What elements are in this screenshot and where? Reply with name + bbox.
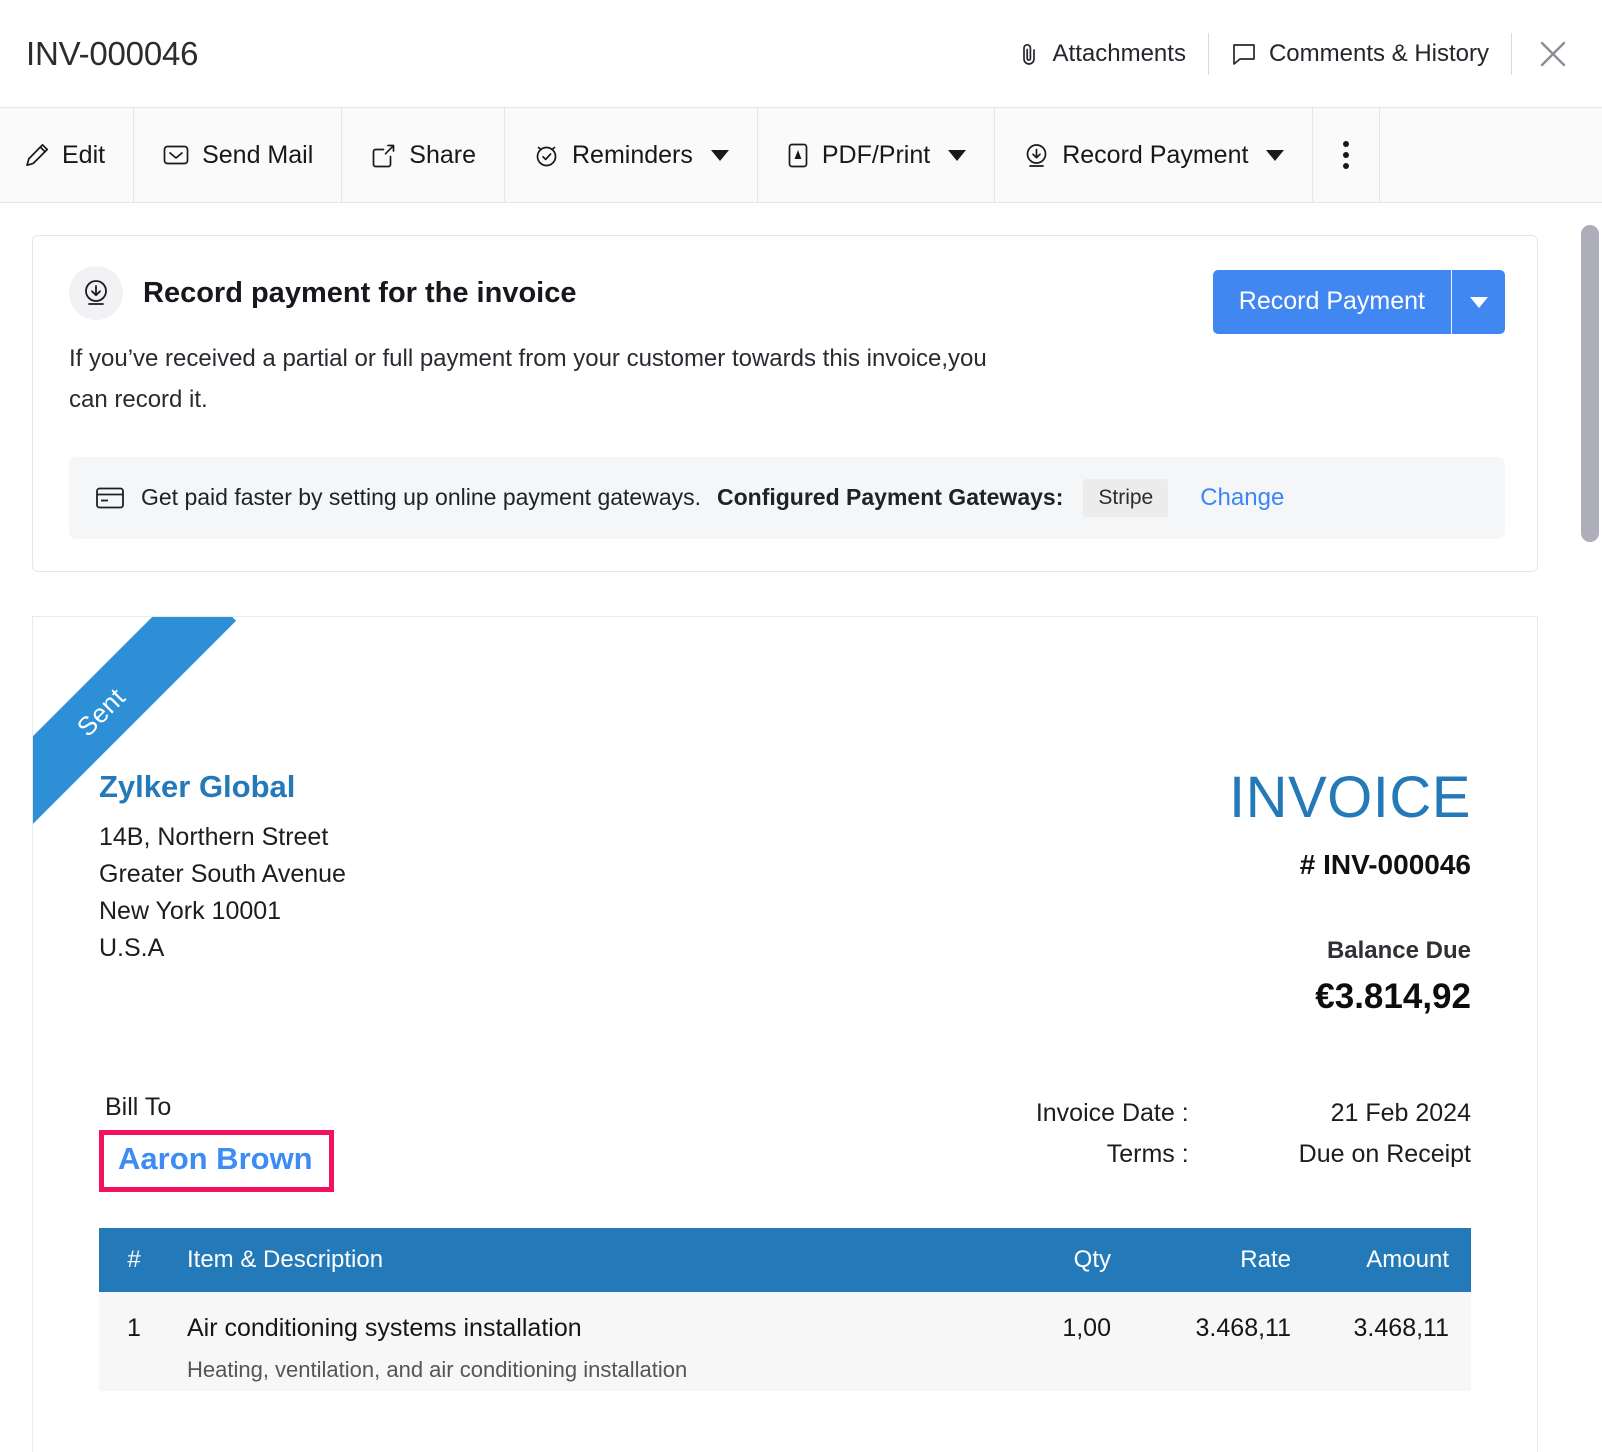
gateway-change-link[interactable]: Change bbox=[1200, 484, 1284, 512]
row-description-cell: Air conditioning systems installation He… bbox=[169, 1292, 941, 1391]
invoice-scroll-area: Record payment for the invoice If you’ve… bbox=[0, 203, 1602, 1452]
reminders-label: Reminders bbox=[572, 141, 693, 170]
row-qty: 1,00 bbox=[941, 1292, 1111, 1391]
column-header-qty: Qty bbox=[941, 1228, 1111, 1292]
window-header: INV-000046 Attachments Comments & Histor… bbox=[0, 0, 1602, 108]
more-options-button[interactable] bbox=[1313, 108, 1380, 202]
invoice-heading: INVOICE bbox=[1229, 769, 1471, 827]
ribbon-fold-left bbox=[33, 741, 55, 763]
gateway-text: Get paid faster by setting up online pay… bbox=[141, 484, 701, 511]
bill-to-block: Bill To Aaron Brown bbox=[99, 1093, 334, 1192]
share-icon bbox=[370, 142, 397, 169]
edit-button[interactable]: Edit bbox=[0, 108, 134, 202]
invoice-header-row: Zylker Global 14B, Northern Street Great… bbox=[99, 617, 1471, 1017]
comments-history-button[interactable]: Comments & History bbox=[1209, 31, 1511, 77]
balance-due-amount: €3.814,92 bbox=[1229, 977, 1471, 1017]
company-address-line: New York 10001 bbox=[99, 893, 346, 930]
gateway-label: Configured Payment Gateways: bbox=[717, 484, 1063, 511]
invoice-preview-card: Sent Zylker Global 14B, Northern Street … bbox=[32, 616, 1538, 1452]
share-button[interactable]: Share bbox=[342, 108, 505, 202]
row-item-name: Air conditioning systems installation bbox=[187, 1314, 582, 1342]
column-header-amount: Amount bbox=[1291, 1228, 1471, 1292]
send-mail-button[interactable]: Send Mail bbox=[134, 108, 342, 202]
gateway-tag-stripe: Stripe bbox=[1083, 479, 1168, 517]
paperclip-icon bbox=[1017, 41, 1041, 67]
pencil-icon bbox=[24, 142, 50, 168]
edit-label: Edit bbox=[62, 141, 105, 170]
company-name: Zylker Global bbox=[99, 769, 346, 805]
banner-title: Record payment for the invoice bbox=[143, 277, 577, 310]
header-actions: Attachments Comments & History bbox=[995, 31, 1578, 77]
row-rate: 3.468,11 bbox=[1111, 1292, 1291, 1391]
vertical-scrollbar[interactable] bbox=[1576, 203, 1602, 1452]
credit-card-icon bbox=[95, 486, 125, 510]
comments-history-label: Comments & History bbox=[1269, 40, 1489, 68]
company-address-line: 14B, Northern Street bbox=[99, 819, 346, 856]
invoice-date-value: 21 Feb 2024 bbox=[1189, 1093, 1471, 1134]
close-button[interactable] bbox=[1512, 37, 1578, 71]
mail-icon bbox=[162, 142, 190, 168]
line-items-table: # Item & Description Qty Rate Amount 1 A… bbox=[99, 1228, 1471, 1391]
line-items-body: 1 Air conditioning systems installation … bbox=[99, 1292, 1471, 1391]
terms-value: Due on Receipt bbox=[1189, 1134, 1471, 1175]
row-number: 1 bbox=[99, 1292, 169, 1391]
row-item-subtext: Heating, ventilation, and air conditioni… bbox=[187, 1357, 941, 1383]
bill-to-label: Bill To bbox=[99, 1093, 334, 1122]
scrollbar-thumb[interactable] bbox=[1581, 225, 1599, 542]
terms-row: Terms : Due on Receipt bbox=[1036, 1134, 1471, 1175]
company-block: Zylker Global 14B, Northern Street Great… bbox=[99, 769, 346, 1017]
send-mail-label: Send Mail bbox=[202, 141, 313, 170]
record-payment-dropdown-toggle[interactable] bbox=[1451, 270, 1505, 334]
record-payment-button-group: Record Payment bbox=[1213, 270, 1505, 334]
attachments-button[interactable]: Attachments bbox=[995, 31, 1208, 77]
alarm-clock-icon bbox=[533, 142, 560, 169]
column-header-rate: Rate bbox=[1111, 1228, 1291, 1292]
record-payment-button[interactable]: Record Payment bbox=[1213, 270, 1451, 334]
chevron-down-icon bbox=[711, 150, 729, 161]
action-toolbar: Edit Send Mail Share Re bbox=[0, 108, 1602, 203]
column-header-description: Item & Description bbox=[169, 1228, 941, 1292]
chevron-down-icon bbox=[948, 150, 966, 161]
share-label: Share bbox=[409, 141, 476, 170]
column-header-number: # bbox=[99, 1228, 169, 1292]
record-payment-toolbar-label: Record Payment bbox=[1062, 141, 1248, 170]
pdf-print-button[interactable]: PDF/Print bbox=[758, 108, 995, 202]
table-row: 1 Air conditioning systems installation … bbox=[99, 1292, 1471, 1391]
page-title: INV-000046 bbox=[26, 35, 198, 73]
pdf-print-label: PDF/Print bbox=[822, 141, 930, 170]
record-payment-banner: Record payment for the invoice If you’ve… bbox=[32, 235, 1538, 572]
close-icon bbox=[1536, 37, 1570, 71]
bill-to-customer-link[interactable]: Aaron Brown bbox=[118, 1141, 313, 1176]
invoice-meta-table: Invoice Date : 21 Feb 2024 Terms : Due o… bbox=[1036, 1093, 1471, 1175]
row-amount: 3.468,11 bbox=[1291, 1292, 1471, 1391]
company-address-line: Greater South Avenue bbox=[99, 856, 346, 893]
record-payment-toolbar-button[interactable]: Record Payment bbox=[995, 108, 1313, 202]
attachments-label: Attachments bbox=[1053, 40, 1186, 68]
invoice-date-row: Invoice Date : 21 Feb 2024 bbox=[1036, 1093, 1471, 1134]
billing-and-dates-row: Bill To Aaron Brown Invoice Date : 21 Fe… bbox=[99, 1093, 1471, 1192]
invoice-date-label: Invoice Date : bbox=[1036, 1093, 1189, 1134]
banner-description: If you’ve received a partial or full pay… bbox=[69, 338, 1029, 421]
company-address-line: U.S.A bbox=[99, 930, 346, 967]
terms-label: Terms : bbox=[1036, 1134, 1189, 1175]
balance-due-label: Balance Due bbox=[1229, 937, 1471, 965]
download-circle-icon bbox=[1023, 142, 1050, 169]
table-header-row: # Item & Description Qty Rate Amount bbox=[99, 1228, 1471, 1292]
chevron-down-icon bbox=[1470, 297, 1488, 308]
content-wrapper: Record payment for the invoice If you’ve… bbox=[0, 203, 1602, 1452]
pdf-file-icon bbox=[786, 142, 810, 169]
payment-gateway-notice: Get paid faster by setting up online pay… bbox=[69, 457, 1505, 539]
comment-bubble-icon bbox=[1231, 42, 1257, 66]
chevron-down-icon bbox=[1266, 150, 1284, 161]
reminders-button[interactable]: Reminders bbox=[505, 108, 758, 202]
line-items-header: # Item & Description Qty Rate Amount bbox=[99, 1228, 1471, 1292]
download-circle-icon bbox=[69, 266, 123, 320]
invoice-number: # INV-000046 bbox=[1229, 849, 1471, 881]
invoice-summary-block: INVOICE # INV-000046 Balance Due €3.814,… bbox=[1229, 769, 1471, 1017]
bill-to-highlight-box: Aaron Brown bbox=[99, 1130, 334, 1192]
kebab-menu-icon bbox=[1343, 141, 1349, 169]
